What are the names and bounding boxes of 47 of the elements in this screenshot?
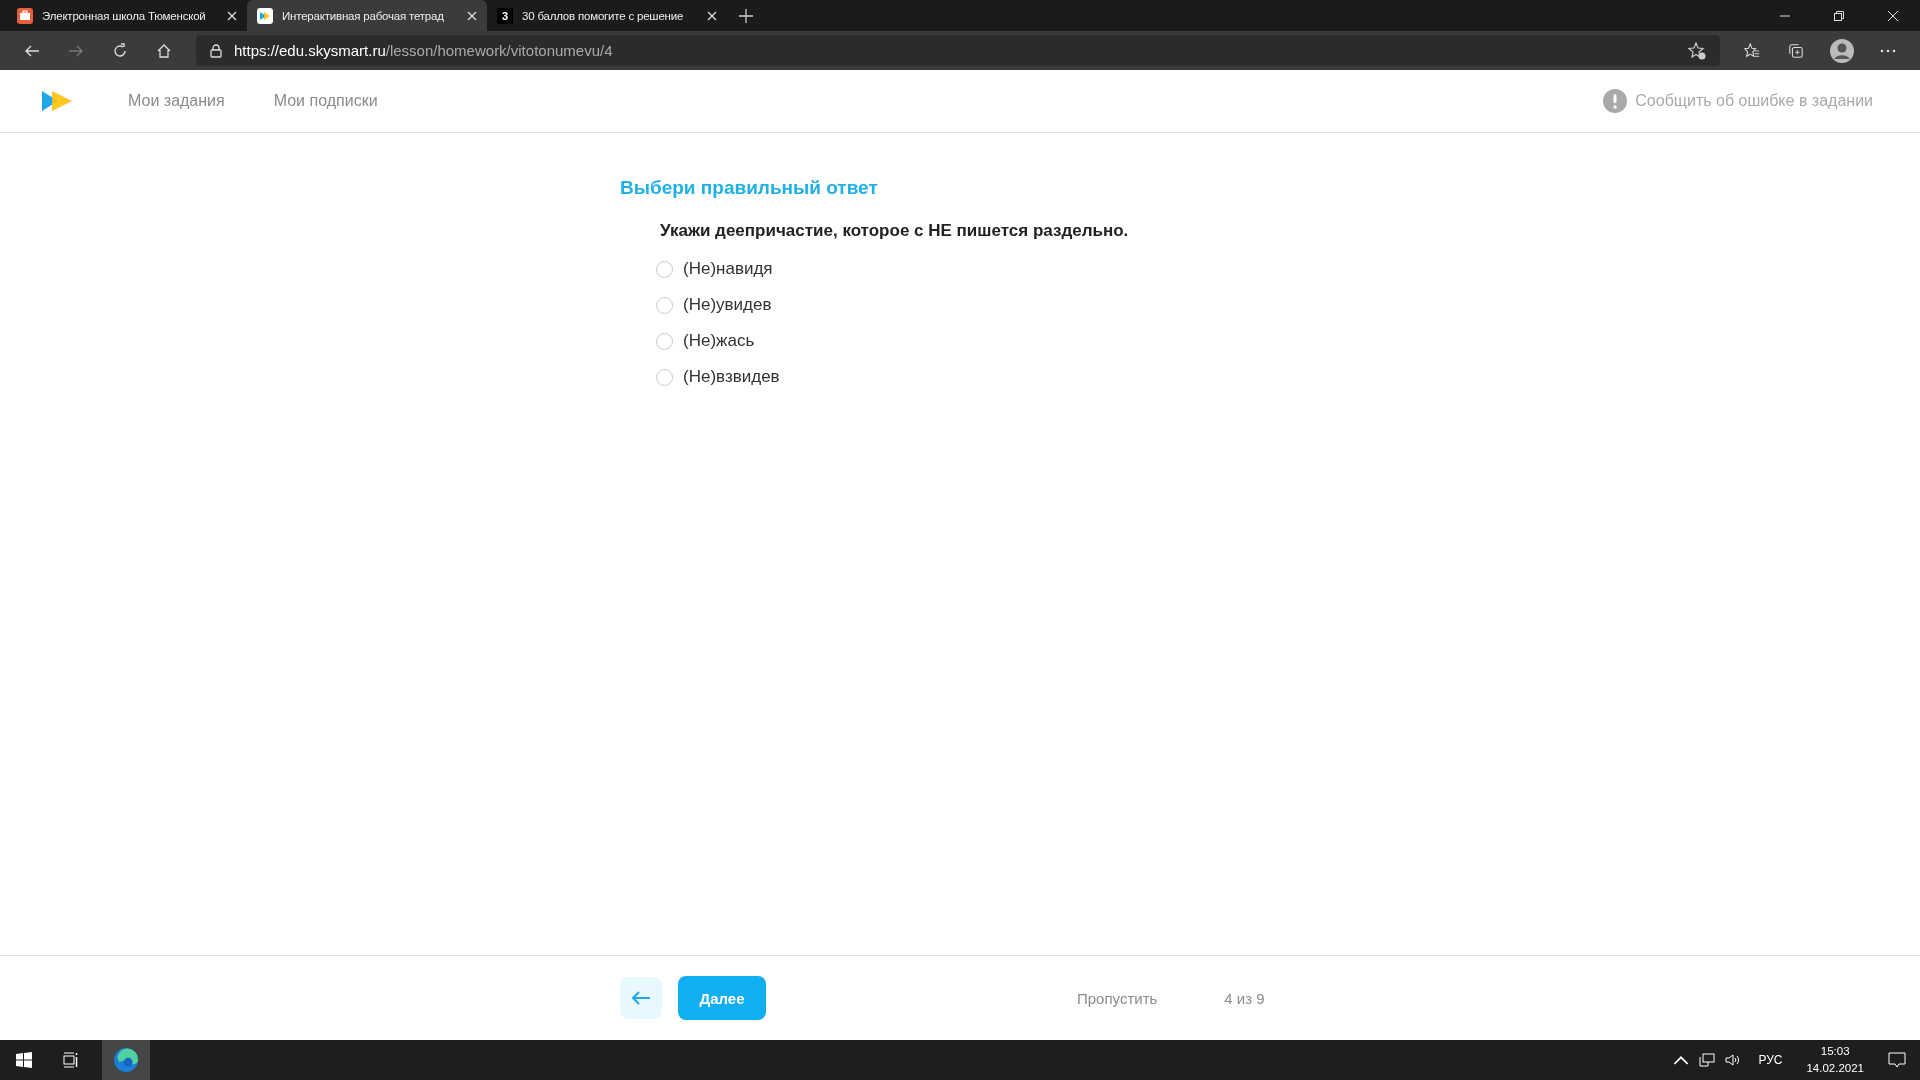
lock-icon [210, 43, 222, 58]
close-icon[interactable] [1888, 10, 1898, 21]
speaker-icon[interactable] [1725, 1053, 1742, 1067]
option-label[interactable]: (Не)взвидев [683, 367, 780, 387]
input-language[interactable]: РУС [1758, 1053, 1783, 1067]
notification-icon[interactable] [1888, 1052, 1906, 1068]
close-icon[interactable] [707, 10, 717, 21]
profile-avatar-icon[interactable] [1830, 38, 1854, 63]
tab-favicon: 3 [497, 7, 513, 24]
network-icon[interactable] [1699, 1053, 1716, 1067]
browser-tab[interactable]: Интерактивная рабочая тетрад [247, 0, 487, 31]
task-view-icon[interactable] [62, 1052, 78, 1068]
tab-title: Электронная школа Тюменской [42, 9, 207, 22]
restore-icon[interactable] [1834, 10, 1844, 21]
browser-tab[interactable]: 3 30 баллов помогите с решение [487, 0, 727, 31]
collections-icon[interactable] [1788, 42, 1804, 59]
arrow-left-icon [631, 991, 651, 1005]
favorites-icon[interactable] [1744, 42, 1760, 59]
tab-title: Интерактивная рабочая тетрад [282, 9, 445, 22]
logo-icon[interactable] [40, 89, 74, 113]
taskbar-app-button[interactable] [102, 1040, 150, 1080]
clock-time: 15:03 [1820, 1044, 1850, 1059]
clock-date: 14.02.2021 [1806, 1061, 1864, 1076]
briefcase-icon [17, 7, 33, 24]
star-plus-icon[interactable] [1688, 41, 1706, 60]
address-field[interactable]: https://edu.skysmart.ru/lesson/homework/vitotonumevu/4 [196, 35, 1720, 66]
close-icon[interactable] [467, 10, 477, 21]
reload-icon[interactable] [112, 42, 128, 59]
option-label[interactable]: (Не)увидев [683, 295, 772, 315]
home-icon[interactable] [156, 42, 172, 59]
progress-counter: 4 из 9 [1224, 989, 1265, 1007]
exclamation-icon [1603, 89, 1628, 113]
nav-link[interactable]: Мои подписки [273, 92, 378, 110]
nav-link[interactable]: Мои задания [128, 92, 225, 110]
play-logo-icon [257, 7, 273, 24]
option-label[interactable]: (Не)навидя [683, 259, 773, 279]
option-label[interactable]: (Не)жась [683, 331, 755, 351]
tab-title: 30 баллов помогите с решение [522, 9, 685, 22]
task-heading: Выбери правильный ответ [620, 177, 879, 199]
browser-logo-icon [113, 1047, 139, 1073]
close-icon[interactable] [227, 10, 237, 21]
browser-tab[interactable]: Электронная школа Тюменской [7, 0, 247, 31]
question-text: Укажи деепричастие, которое с НЕ пишется раздельно. [660, 221, 1130, 241]
new-tab-icon[interactable] [739, 8, 753, 23]
url-text: https://edu.skysmart.ru/lesson/homework/vitotonumevu/4 [234, 42, 614, 59]
windows-start-icon[interactable] [16, 1052, 32, 1068]
back-button[interactable] [620, 977, 662, 1019]
